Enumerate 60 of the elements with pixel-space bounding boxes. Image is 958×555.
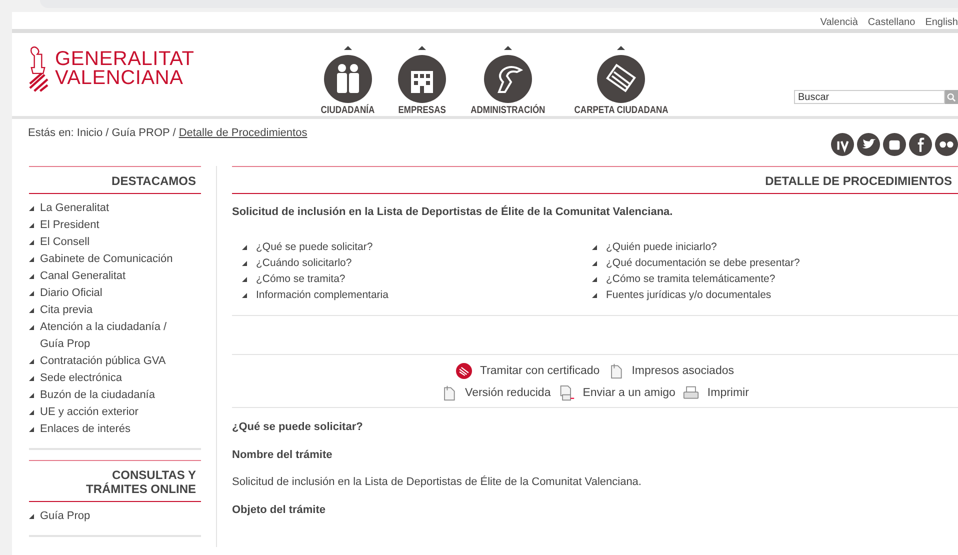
anchor-link[interactable]: ¿Cómo se tramita? xyxy=(242,271,592,287)
sidebar-link[interactable]: Gabinete de Comunicación xyxy=(29,251,190,268)
sidebar-link[interactable]: Enlaces de interés xyxy=(29,421,190,438)
search-field[interactable]: Buscar xyxy=(794,90,945,104)
anchor-link[interactable]: ¿Cuándo solicitarlo? xyxy=(242,255,592,271)
action-link[interactable]: Impresos asociados xyxy=(632,365,734,377)
youtube-icon[interactable] xyxy=(883,133,906,156)
action-link[interactable]: Tramitar con certificado xyxy=(480,365,600,377)
language-link[interactable]: English xyxy=(925,17,958,29)
field-text: Solicitud de inclusión en la Lista de Deportistas de Élite de la Comunitat Valenciana. xyxy=(232,476,642,488)
anchor-link[interactable]: ¿Quién puede iniciarlo? xyxy=(592,239,942,255)
anchor-link[interactable]: Fuentes jurídicas y/o documentales xyxy=(592,287,942,303)
sidebar-heading: DESTACAMOS xyxy=(29,166,201,194)
procedure-title: Solicitud de inclusión en la Lista de Deportistas de Élite de la Comunitat Valenciana. xyxy=(232,206,674,218)
field-heading: Nombre del trámite xyxy=(232,449,334,461)
action-link[interactable]: Versión reducida xyxy=(465,387,551,399)
field-heading: Objeto del trámite xyxy=(232,504,327,516)
sidebar-link[interactable]: Atención a la ciudadanía / Guía Prop xyxy=(29,319,190,353)
logo-text: GENERALITAT xyxy=(55,50,194,68)
certificate-icon xyxy=(456,363,472,379)
language-link[interactable]: Castellano xyxy=(868,17,916,29)
sidebar-heading: CONSULTAS Y TRÁMITES ONLINE xyxy=(29,460,201,502)
anchor-link[interactable]: Información complementaria xyxy=(242,287,592,303)
anchor-link[interactable]: ¿Qué se puede solicitar? xyxy=(242,239,592,255)
sidebar-link[interactable]: La Generalitat xyxy=(29,200,190,217)
card-icon xyxy=(596,46,646,104)
breadcrumb-text: Estás en: Inicio / Guía PROP / xyxy=(28,127,177,139)
sidebar-link[interactable]: El President xyxy=(29,217,190,234)
document-icon xyxy=(441,385,458,401)
nav-link[interactable]: ADMINISTRACIÓN xyxy=(464,46,552,116)
question-heading: ¿Qué se puede solicitar? xyxy=(232,421,364,433)
flickr-icon[interactable] xyxy=(935,133,958,156)
sidebar-link[interactable]: Cita previa xyxy=(29,302,190,319)
facebook-icon[interactable] xyxy=(909,133,932,156)
language-link[interactable]: Valencià xyxy=(820,17,858,29)
anchor-link[interactable]: ¿Cómo se tramita telemáticamente? xyxy=(592,271,942,287)
bat-icon xyxy=(482,46,533,104)
nav-link[interactable]: CIUDADANÍA xyxy=(316,46,380,116)
building-icon xyxy=(396,46,447,104)
iv-logo-icon[interactable] xyxy=(831,133,854,156)
nav-link[interactable]: CARPETA CIUDADANA xyxy=(566,46,676,116)
sidebar-link[interactable]: Diario Oficial xyxy=(29,285,190,302)
sidebar-link[interactable]: Canal Generalitat xyxy=(29,268,190,285)
action-link[interactable]: Imprimir xyxy=(707,387,749,399)
bird-icon[interactable] xyxy=(857,133,880,156)
printer-icon xyxy=(683,385,700,401)
sidebar-link[interactable]: Buzón de la ciudadanía xyxy=(29,387,190,404)
sidebar-link[interactable]: El Consell xyxy=(29,234,190,251)
sidebar-link[interactable]: Guía Prop xyxy=(29,508,190,525)
sidebar-link[interactable]: UE y acción exterior xyxy=(29,404,190,421)
logo-text: VALENCIANA xyxy=(55,68,184,88)
nav-link[interactable]: EMPRESAS xyxy=(394,46,450,116)
sidebar-link[interactable]: Sede electrónica xyxy=(29,370,190,387)
anchor-link[interactable]: ¿Qué documentación se debe presentar? xyxy=(592,255,942,271)
people-icon xyxy=(322,46,373,104)
document-mail-icon xyxy=(558,385,575,401)
section-heading: DETALLE DE PROCEDIMIENTOS xyxy=(232,166,958,194)
breadcrumb-link[interactable]: Detalle de Procedimientos xyxy=(178,127,308,139)
action-link[interactable]: Enviar a un amigo xyxy=(582,387,676,399)
sidebar-link[interactable]: Contratación pública GVA xyxy=(29,353,190,370)
